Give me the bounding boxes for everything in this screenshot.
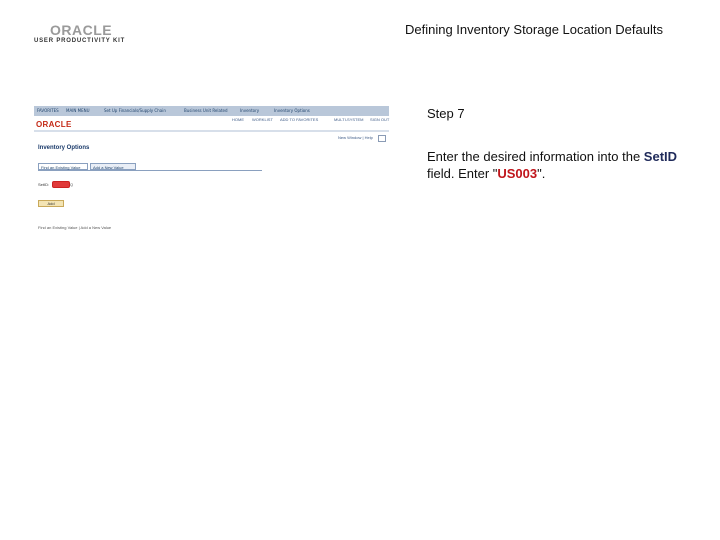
setid-label: SetID: bbox=[38, 182, 50, 187]
nav-business-unit[interactable]: Business Unit Related bbox=[184, 108, 228, 113]
add-button[interactable]: Add bbox=[38, 200, 64, 207]
setid-field[interactable] bbox=[52, 181, 70, 188]
oracle-upk-logo: ORACLE USER PRODUCTIVITY KIT bbox=[32, 22, 128, 48]
tab-add-new-value[interactable]: Add a New Value bbox=[90, 163, 136, 170]
new-window-help-links[interactable]: New Window | Help bbox=[338, 135, 373, 140]
page-title: Inventory Options bbox=[38, 145, 90, 151]
instruction-after: ". bbox=[537, 166, 546, 181]
instruction-field-name: SetID bbox=[643, 149, 678, 164]
top-navigation-bar: FAVORITES MAIN MENU Set Up Financials/Su… bbox=[34, 106, 389, 116]
document-title: Defining Inventory Storage Location Defa… bbox=[405, 22, 663, 37]
page-options-icon[interactable] bbox=[378, 135, 386, 142]
step-label: Step 7 bbox=[427, 106, 465, 121]
instruction-value: US003 bbox=[497, 166, 538, 181]
link-sign-out[interactable]: SIGN OUT bbox=[370, 117, 389, 122]
tab-underline bbox=[38, 170, 262, 171]
link-home[interactable]: HOME bbox=[232, 117, 244, 122]
nav-favorites[interactable]: FAVORITES bbox=[37, 108, 59, 113]
link-add-to-favorites[interactable]: ADD TO FAVORITES bbox=[280, 117, 318, 122]
logo-kit: USER PRODUCTIVITY KIT bbox=[34, 38, 126, 44]
instruction-text: Enter the desired information into the S… bbox=[427, 148, 697, 182]
application-screenshot: FAVORITES MAIN MENU Set Up Financials/Su… bbox=[34, 106, 389, 234]
lookup-icon[interactable]: Q bbox=[70, 182, 73, 187]
link-worklist[interactable]: WORKLIST bbox=[252, 117, 273, 122]
nav-inventory-options[interactable]: Inventory Options bbox=[274, 108, 310, 113]
instruction-middle: field. Enter " bbox=[427, 166, 498, 181]
nav-main-menu[interactable]: MAIN MENU bbox=[66, 108, 90, 113]
footer-links[interactable]: Find an Existing Value | Add a New Value bbox=[38, 225, 111, 230]
tab-find-existing-value[interactable]: Find an Existing Value bbox=[38, 163, 88, 170]
nav-inventory[interactable]: Inventory bbox=[240, 108, 259, 113]
nav-setup-financials[interactable]: Set Up Financials/Supply Chain bbox=[104, 108, 166, 113]
instruction-before: Enter the desired information into the bbox=[427, 149, 644, 164]
header-divider bbox=[34, 130, 389, 132]
logo-brand: ORACLE bbox=[50, 22, 113, 38]
app-oracle-logo: ORACLE bbox=[36, 120, 72, 129]
link-multi-system[interactable]: MULTI-SYSTEM bbox=[334, 117, 363, 122]
